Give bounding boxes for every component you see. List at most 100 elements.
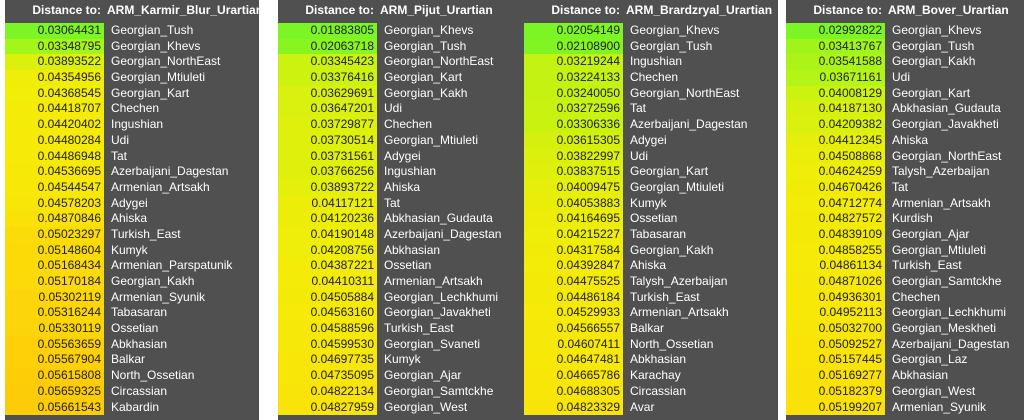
population-name: Georgian_West (892, 383, 976, 398)
target-population-name: ARM_Brardzryal_Urartian (626, 3, 773, 17)
distance-row: 0.05302119 Armenian_Syunik (5, 289, 259, 306)
population-name: Georgian_Laz (892, 352, 968, 367)
distance-value: 0.03064431 (5, 23, 104, 39)
distance-value: 0.05567904 (5, 352, 104, 369)
distance-value: 0.03766256 (278, 164, 377, 180)
population-name: Georgian_Kart (630, 164, 709, 179)
distance-value: 0.03730514 (278, 132, 377, 149)
distance-value: 0.04712774 (786, 195, 885, 212)
distance-value: 0.05302119 (5, 289, 104, 306)
distance-value: 0.05170184 (5, 274, 104, 290)
distance-row: 0.05182379 Georgian_West (786, 383, 1024, 400)
population-name: Azerbaijani_Dagestan (111, 164, 229, 179)
population-name: Turkish_East (630, 289, 700, 304)
distance-row: 0.03348795 Georgian_Khevs (5, 38, 259, 55)
population-name: Udi (111, 132, 130, 147)
distance-value: 0.03822997 (524, 148, 623, 165)
distance-row: 0.04599530 Georgian_Svaneti (278, 336, 532, 353)
population-name: Georgian_Ajar (384, 368, 462, 383)
distance-value: 0.03376416 (278, 70, 377, 86)
distance-value: 0.04387221 (278, 258, 377, 274)
distance-value: 0.03629691 (278, 85, 377, 102)
distance-to-label: Distance to: (305, 3, 374, 17)
population-name: Georgian_Kakh (630, 242, 714, 257)
population-name: Turkish_East (384, 321, 454, 336)
distance-value: 0.04164695 (524, 211, 623, 227)
distance-value: 0.04624259 (786, 164, 885, 180)
distance-value: 0.04009475 (524, 179, 623, 196)
population-name: Georgian_NorthEast (630, 85, 740, 100)
population-name: Tabasaran (111, 305, 168, 320)
distance-row: 0.04870846 Ahiska (5, 211, 259, 227)
distance-row: 0.03224133 Chechen (524, 70, 778, 86)
distance-value: 0.04412345 (786, 132, 885, 149)
population-name: Chechen (892, 289, 941, 304)
population-name: Adygei (111, 195, 148, 210)
distance-value: 0.03413767 (786, 38, 885, 55)
distance-row: 0.04670426 Tat (786, 179, 1024, 196)
distance-value: 0.04418707 (5, 101, 104, 118)
population-name: Circassian (630, 383, 687, 398)
distance-row: 0.04117121 Tat (278, 195, 532, 212)
distance-value: 0.04536695 (5, 164, 104, 180)
distance-row: 0.04410311 Armenian_Artsakh (278, 274, 532, 290)
distance-row: 0.04588596 Turkish_East (278, 321, 532, 337)
distance-panel: Distance to: ARM_Karmir_Blur_Urartian 0.03… (5, 0, 263, 420)
distance-value: 0.04508868 (786, 148, 885, 165)
distance-value: 0.05032700 (786, 321, 885, 337)
panel-header: Distance to: ARM_Karmir_Blur_Urartian (5, 0, 263, 21)
distance-value: 0.05563659 (5, 336, 104, 353)
population-name: Georgian_Lechkhumi (384, 289, 499, 304)
population-name: Balkar (630, 321, 665, 336)
distance-row: 0.02063718 Georgian_Tush (278, 38, 532, 55)
distance-row: 0.01883805 Georgian_Khevs (278, 23, 532, 39)
distance-value: 0.04952113 (786, 305, 885, 322)
population-name: Georgian_Tush (111, 23, 194, 37)
population-name: Armenian_Artsakh (630, 305, 729, 320)
population-name: Adygei (384, 148, 421, 163)
distance-row: 0.04009475 Georgian_Mtiuleti (524, 179, 778, 196)
distance-row: 0.04190148 Azerbaijani_Dagestan (278, 226, 532, 243)
population-name: Ossetian (384, 258, 432, 273)
population-name: Georgian_Samtckhe (892, 274, 1002, 288)
distance-row: 0.05023297 Turkish_East (5, 226, 259, 243)
distance-row: 0.05567904 Balkar (5, 352, 259, 369)
distance-value: 0.03837515 (524, 164, 623, 180)
distance-row: 0.05615808 North_Ossetian (5, 368, 259, 384)
population-name: Ingushian (111, 117, 164, 132)
distance-row: 0.04536695 Azerbaijani_Dagestan (5, 164, 259, 180)
distance-value: 0.03729877 (278, 117, 377, 133)
distance-row: 0.02108900 Georgian_Tush (524, 38, 778, 55)
distance-row: 0.04418707 Chechen (5, 101, 259, 118)
distance-value: 0.03306336 (524, 117, 623, 133)
distance-value: 0.04368545 (5, 85, 104, 102)
distance-row: 0.04858255 Georgian_Mtiuleti (786, 242, 1024, 259)
distance-row: 0.04827572 Kurdish (786, 211, 1024, 227)
population-name: Azerbaijani_Dagestan (892, 336, 1010, 351)
distance-value: 0.01883805 (278, 23, 377, 39)
distance-row: 0.04871026 Georgian_Samtckhe (786, 274, 1024, 290)
distance-row: 0.04412345 Ahiska (786, 132, 1024, 149)
distance-value: 0.03615305 (524, 132, 623, 149)
distance-row: 0.05032700 Georgian_Meskheti (786, 321, 1024, 337)
distance-row: 0.04688305 Circassian (524, 383, 778, 400)
panel-header: Distance to: ARM_Pijut_Urartian (278, 0, 532, 21)
distance-value: 0.05661543 (5, 399, 104, 416)
distance-row: 0.03731561 Adygei (278, 148, 532, 165)
population-name: Georgian_Kakh (111, 274, 195, 288)
distance-value: 0.04588596 (278, 321, 377, 337)
population-name: Abkhasian_Gudauta (384, 211, 493, 226)
population-name: Ingushian (384, 164, 437, 179)
distance-row: 0.04317584 Georgian_Kakh (524, 242, 778, 259)
distance-panel: Distance to: ARM_Brardzryal_Urartian 0.020… (524, 0, 778, 420)
distance-list: 0.03064431 Georgian_Tush 0.03348795 Georgia… (5, 23, 259, 416)
distance-row: 0.03615305 Adygei (524, 132, 778, 149)
population-name: North_Ossetian (630, 336, 714, 351)
population-name: Georgian_Meskheti (892, 321, 997, 336)
distance-row: 0.05168434 Armenian_Parspatunik (5, 258, 259, 274)
distance-row: 0.04822134 Georgian_Samtckhe (278, 383, 532, 400)
distance-row: 0.03629691 Georgian_Kakh (278, 85, 532, 102)
distance-value: 0.04008129 (786, 85, 885, 102)
population-name: Georgian_Khevs (111, 38, 201, 53)
distance-row: 0.04486948 Tat (5, 148, 259, 165)
